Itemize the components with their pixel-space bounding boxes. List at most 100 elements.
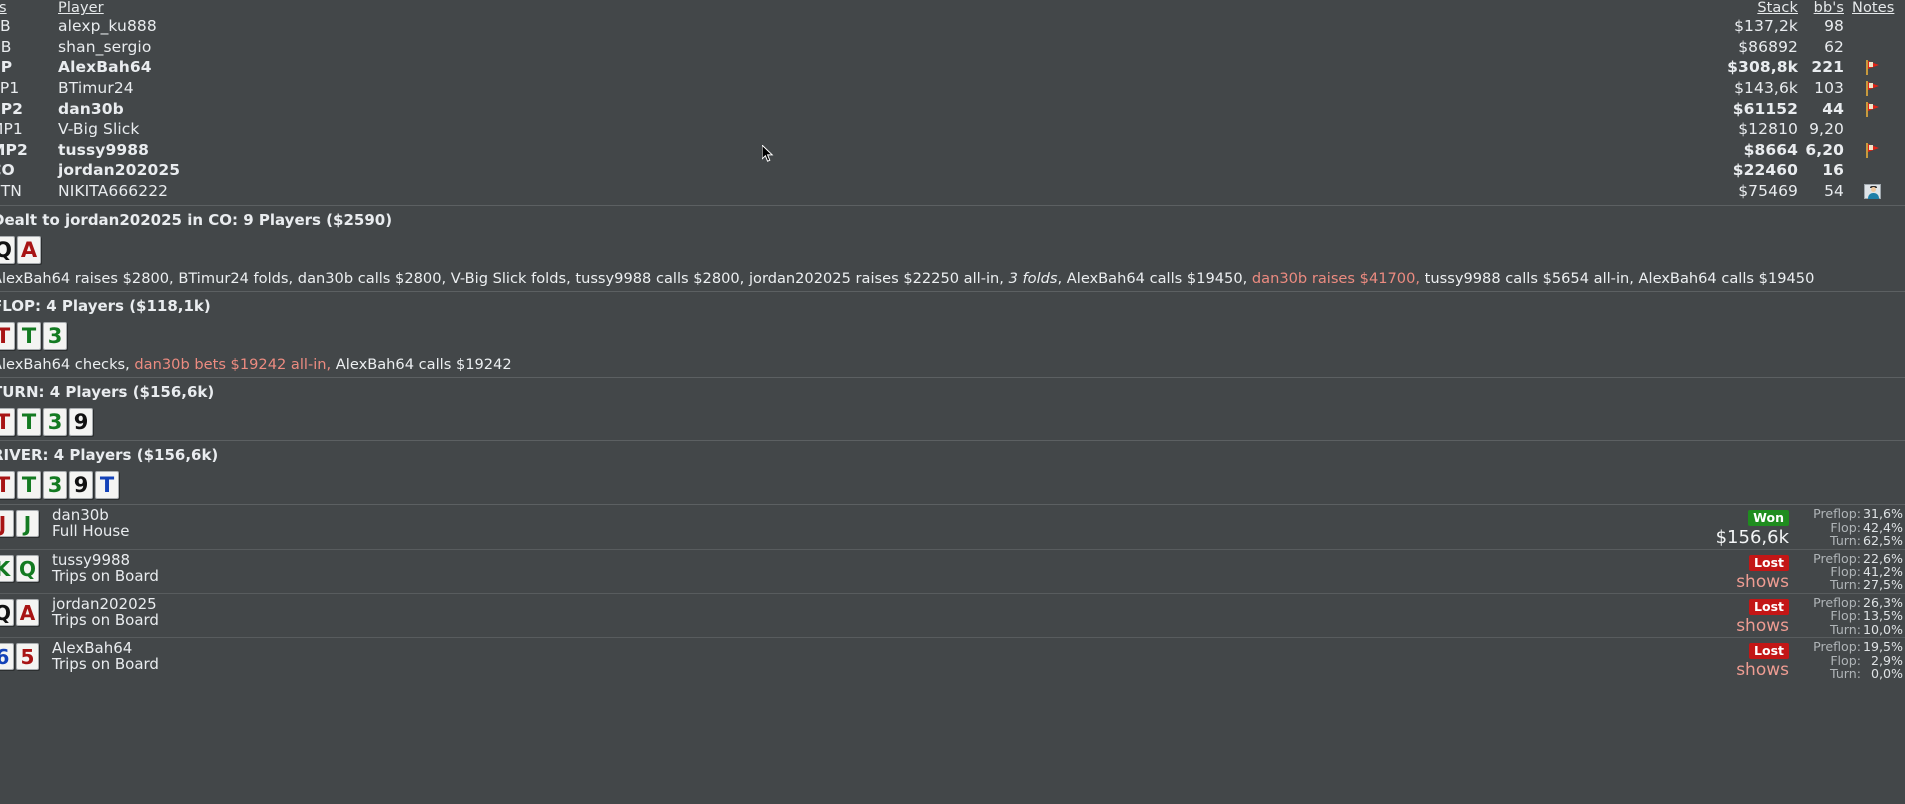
showdown-badge-column: Lost shows xyxy=(1697,550,1797,592)
playing-card: 9 xyxy=(69,471,93,500)
flag-icon[interactable] xyxy=(1864,142,1880,158)
showdown-shows-label: shows xyxy=(1736,615,1789,636)
column-header-bb[interactable]: bb's xyxy=(1798,0,1850,16)
player-name[interactable]: AlexBah64 xyxy=(36,58,1686,76)
equity-column: Preflop: 26,3% Flop: 13,5% Turn: 10,0% xyxy=(1797,594,1905,637)
playing-card: T xyxy=(17,408,41,437)
equity-value: 26,3% xyxy=(1862,594,1903,610)
equity-value: 22,6% xyxy=(1862,550,1903,566)
player-note-cell xyxy=(1850,141,1892,159)
player-stack: $86892 xyxy=(1738,37,1798,56)
status-badge: Lost xyxy=(1749,643,1789,660)
equity-column: Preflop: 19,5% Flop: 2,9% Turn: 0,0% xyxy=(1797,638,1905,682)
section-preflop: Dealt to jordan202025 in CO: 9 Players (… xyxy=(0,206,1905,291)
showdown-player-name[interactable]: tussy9988 xyxy=(52,552,159,568)
player-stack: $137,2k xyxy=(1734,17,1798,36)
flag-icon[interactable] xyxy=(1864,81,1880,97)
player-stack: $308,8k xyxy=(1727,58,1798,77)
table-row[interactable]: BTN NIKITA666222 $75469 54 xyxy=(0,181,1905,202)
equity-label: Turn: xyxy=(1830,621,1861,637)
flag-icon[interactable] xyxy=(1864,60,1880,76)
showdown-row[interactable]: QAjordan202025Trips on BoardLostshowsPre… xyxy=(0,594,1905,637)
equity-value: 2,9% xyxy=(1871,652,1903,668)
column-header-stack[interactable]: Stack xyxy=(1686,0,1798,16)
equity-label: Turn: xyxy=(1830,533,1861,549)
table-row[interactable]: BB shan_sergio $86892 62 xyxy=(0,37,1905,58)
equity-value: 27,5% xyxy=(1862,577,1903,593)
equity-value: 19,5% xyxy=(1862,639,1903,655)
player-bb-count: 54 xyxy=(1824,182,1844,201)
showdown-row[interactable]: KQtussy9988Trips on BoardLostshowsPreflo… xyxy=(0,550,1905,593)
equity-flop: Flop: 41,2% xyxy=(1797,564,1903,580)
showdown-info: jordan202025 Trips on Board xyxy=(39,594,159,629)
column-header-position[interactable]: os xyxy=(0,0,36,16)
equity-label: Preflop: xyxy=(1813,506,1861,522)
column-header-player[interactable]: Player xyxy=(36,0,1686,16)
avatar-note-icon[interactable] xyxy=(1863,184,1881,200)
table-row[interactable]: SB alexp_ku888 $137,2k 98 xyxy=(0,16,1905,37)
showdown-hand-description: Trips on Board xyxy=(52,655,159,674)
preflop-action-italic: 3 folds xyxy=(1008,270,1058,288)
playing-card: 9 xyxy=(69,408,93,437)
turn-cards: TT39 xyxy=(0,408,1905,437)
player-bb-count: 221 xyxy=(1811,58,1844,77)
equity-turn: Turn: 10,0% xyxy=(1797,621,1903,637)
player-name[interactable]: shan_sergio xyxy=(36,38,1686,56)
playing-card: J xyxy=(0,510,14,538)
showdown-list: JJdan30bFull HouseWon$156,6kPreflop:31,6… xyxy=(0,505,1905,681)
showdown-result-panel: Lost shows Preflop: 22,6% Flop: 41,2% Turn: 27,… xyxy=(1697,550,1905,592)
equity-value: 13,5% xyxy=(1862,608,1903,624)
equity-label: Flop: xyxy=(1830,519,1861,535)
equity-value: 10,0% xyxy=(1862,621,1903,637)
preflop-title: Dealt to jordan202025 in CO: 9 Players (… xyxy=(0,211,393,230)
equity-preflop: Preflop: 22,6% xyxy=(1797,550,1903,566)
equity-turn: Turn: 27,5% xyxy=(1797,577,1903,593)
table-row[interactable]: EP AlexBah64 $308,8k 221 xyxy=(0,57,1905,78)
status-badge: Lost xyxy=(1749,554,1789,571)
showdown-row[interactable]: JJdan30bFull HouseWon$156,6kPreflop:31,6… xyxy=(0,505,1905,548)
player-position: SB xyxy=(0,17,11,36)
showdown-player-name[interactable]: jordan202025 xyxy=(52,596,159,612)
showdown-info: dan30b Full House xyxy=(39,505,129,540)
playing-card: J xyxy=(16,510,39,538)
player-name[interactable]: BTimur24 xyxy=(36,79,1686,97)
equity-label: Turn: xyxy=(1830,666,1861,682)
equity-label: Flop: xyxy=(1830,608,1861,624)
playing-card: 5 xyxy=(16,643,39,671)
player-stack: $75469 xyxy=(1738,182,1798,201)
column-header-notes[interactable]: Notes xyxy=(1850,0,1894,16)
equity-label: Flop: xyxy=(1830,564,1861,580)
section-river: RIVER: 4 Players ($156,6k) TT39T xyxy=(0,441,1905,500)
player-position: EP2 xyxy=(0,99,24,118)
table-row[interactable]: EP1 BTimur24 $143,6k 103 xyxy=(0,78,1905,99)
player-name[interactable]: tussy9988 xyxy=(36,141,1686,159)
equity-flop: Flop: 42,4% xyxy=(1797,519,1903,535)
playing-card: T xyxy=(0,408,15,437)
player-note-cell xyxy=(1850,79,1892,97)
showdown-badge-column: Won $156,6k xyxy=(1697,505,1797,548)
table-row[interactable]: EP2 dan30b $61152 44 xyxy=(0,98,1905,119)
equity-label: Flop: xyxy=(1830,652,1861,668)
table-row[interactable]: CO jordan202025 $22460 16 xyxy=(0,160,1905,181)
preflop-action-highlight: dan30b raises $41700, xyxy=(1251,270,1421,288)
player-name[interactable]: dan30b xyxy=(36,100,1686,118)
table-row[interactable]: MP2 tussy9988 $8664 6,20 xyxy=(0,140,1905,161)
playing-card: 6 xyxy=(0,643,14,671)
playing-card: Q xyxy=(0,236,15,265)
flag-icon[interactable] xyxy=(1864,101,1880,117)
player-note-cell xyxy=(1850,182,1892,200)
player-name[interactable]: jordan202025 xyxy=(36,161,1686,179)
showdown-player-name[interactable]: AlexBah64 xyxy=(52,640,159,656)
showdown-player-name[interactable]: dan30b xyxy=(52,507,129,523)
player-position: MP1 xyxy=(0,120,23,139)
section-flop: FLOP: 4 Players ($118,1k) TT3 AlexBah64 … xyxy=(0,292,1905,377)
player-name[interactable]: V-Big Slick xyxy=(36,120,1686,138)
showdown-row[interactable]: 65AlexBah64Trips on BoardLostshowsPreflo… xyxy=(0,638,1905,681)
showdown-hole-cards: 65 xyxy=(0,638,39,671)
showdown-shows-label: shows xyxy=(1736,660,1789,681)
player-name[interactable]: NIKITA666222 xyxy=(36,182,1686,200)
showdown-hole-cards: JJ xyxy=(0,505,39,538)
table-row[interactable]: MP1 V-Big Slick $12810 9,20 xyxy=(0,119,1905,140)
playing-card: T xyxy=(17,471,41,500)
player-name[interactable]: alexp_ku888 xyxy=(36,17,1686,35)
